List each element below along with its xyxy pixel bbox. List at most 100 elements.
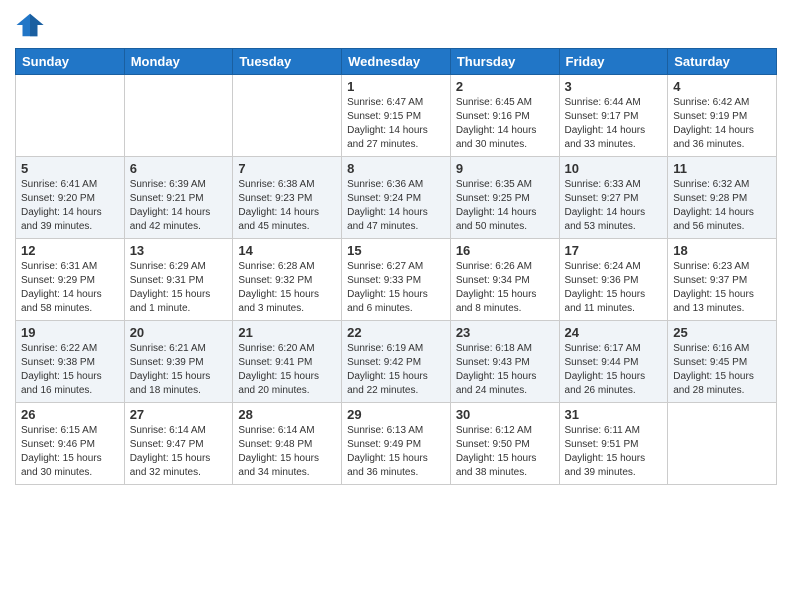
calendar-cell: 19 Sunrise: 6:22 AMSunset: 9:38 PMDaylig… — [16, 321, 125, 403]
day-number: 10 — [565, 161, 663, 176]
cell-info: Sunrise: 6:42 AMSunset: 9:19 PMDaylight:… — [673, 96, 771, 152]
cell-info: Sunrise: 6:27 AMSunset: 9:33 PMDaylight:… — [347, 260, 445, 316]
cell-info: Sunrise: 6:45 AMSunset: 9:16 PMDaylight:… — [456, 96, 554, 152]
calendar-cell: 26 Sunrise: 6:15 AMSunset: 9:46 PMDaylig… — [16, 403, 125, 485]
cell-info: Sunrise: 6:16 AMSunset: 9:45 PMDaylight:… — [673, 342, 771, 398]
header-sunday: Sunday — [16, 49, 125, 75]
day-number: 8 — [347, 161, 445, 176]
calendar-cell: 23 Sunrise: 6:18 AMSunset: 9:43 PMDaylig… — [450, 321, 559, 403]
header-friday: Friday — [559, 49, 668, 75]
calendar-cell: 10 Sunrise: 6:33 AMSunset: 9:27 PMDaylig… — [559, 157, 668, 239]
cell-info: Sunrise: 6:19 AMSunset: 9:42 PMDaylight:… — [347, 342, 445, 398]
day-number: 24 — [565, 325, 663, 340]
day-number: 16 — [456, 243, 554, 258]
cell-info: Sunrise: 6:24 AMSunset: 9:36 PMDaylight:… — [565, 260, 663, 316]
day-number: 11 — [673, 161, 771, 176]
calendar-cell — [668, 403, 777, 485]
calendar-cell: 5 Sunrise: 6:41 AMSunset: 9:20 PMDayligh… — [16, 157, 125, 239]
calendar-cell: 30 Sunrise: 6:12 AMSunset: 9:50 PMDaylig… — [450, 403, 559, 485]
cell-info: Sunrise: 6:31 AMSunset: 9:29 PMDaylight:… — [21, 260, 119, 316]
day-number: 15 — [347, 243, 445, 258]
day-number: 9 — [456, 161, 554, 176]
day-number: 20 — [130, 325, 228, 340]
cell-info: Sunrise: 6:32 AMSunset: 9:28 PMDaylight:… — [673, 178, 771, 234]
cell-info: Sunrise: 6:21 AMSunset: 9:39 PMDaylight:… — [130, 342, 228, 398]
calendar-cell: 2 Sunrise: 6:45 AMSunset: 9:16 PMDayligh… — [450, 75, 559, 157]
cell-info: Sunrise: 6:14 AMSunset: 9:47 PMDaylight:… — [130, 424, 228, 480]
calendar-cell: 8 Sunrise: 6:36 AMSunset: 9:24 PMDayligh… — [342, 157, 451, 239]
logo-icon — [15, 10, 45, 40]
day-number: 13 — [130, 243, 228, 258]
calendar-cell: 3 Sunrise: 6:44 AMSunset: 9:17 PMDayligh… — [559, 75, 668, 157]
calendar-cell: 25 Sunrise: 6:16 AMSunset: 9:45 PMDaylig… — [668, 321, 777, 403]
day-number: 31 — [565, 407, 663, 422]
day-number: 30 — [456, 407, 554, 422]
calendar-cell — [124, 75, 233, 157]
calendar-cell: 27 Sunrise: 6:14 AMSunset: 9:47 PMDaylig… — [124, 403, 233, 485]
calendar-cell: 29 Sunrise: 6:13 AMSunset: 9:49 PMDaylig… — [342, 403, 451, 485]
calendar-cell: 13 Sunrise: 6:29 AMSunset: 9:31 PMDaylig… — [124, 239, 233, 321]
cell-info: Sunrise: 6:11 AMSunset: 9:51 PMDaylight:… — [565, 424, 663, 480]
cell-info: Sunrise: 6:18 AMSunset: 9:43 PMDaylight:… — [456, 342, 554, 398]
header-row: SundayMondayTuesdayWednesdayThursdayFrid… — [16, 49, 777, 75]
day-number: 19 — [21, 325, 119, 340]
calendar-cell — [233, 75, 342, 157]
day-number: 12 — [21, 243, 119, 258]
calendar-cell: 6 Sunrise: 6:39 AMSunset: 9:21 PMDayligh… — [124, 157, 233, 239]
day-number: 18 — [673, 243, 771, 258]
cell-info: Sunrise: 6:14 AMSunset: 9:48 PMDaylight:… — [238, 424, 336, 480]
cell-info: Sunrise: 6:15 AMSunset: 9:46 PMDaylight:… — [21, 424, 119, 480]
week-row-3: 19 Sunrise: 6:22 AMSunset: 9:38 PMDaylig… — [16, 321, 777, 403]
day-number: 2 — [456, 79, 554, 94]
day-number: 7 — [238, 161, 336, 176]
calendar-cell: 24 Sunrise: 6:17 AMSunset: 9:44 PMDaylig… — [559, 321, 668, 403]
calendar-cell: 7 Sunrise: 6:38 AMSunset: 9:23 PMDayligh… — [233, 157, 342, 239]
calendar-cell: 15 Sunrise: 6:27 AMSunset: 9:33 PMDaylig… — [342, 239, 451, 321]
cell-info: Sunrise: 6:17 AMSunset: 9:44 PMDaylight:… — [565, 342, 663, 398]
cell-info: Sunrise: 6:41 AMSunset: 9:20 PMDaylight:… — [21, 178, 119, 234]
cell-info: Sunrise: 6:20 AMSunset: 9:41 PMDaylight:… — [238, 342, 336, 398]
calendar-cell: 14 Sunrise: 6:28 AMSunset: 9:32 PMDaylig… — [233, 239, 342, 321]
day-number: 1 — [347, 79, 445, 94]
calendar-cell: 16 Sunrise: 6:26 AMSunset: 9:34 PMDaylig… — [450, 239, 559, 321]
header-saturday: Saturday — [668, 49, 777, 75]
day-number: 6 — [130, 161, 228, 176]
week-row-2: 12 Sunrise: 6:31 AMSunset: 9:29 PMDaylig… — [16, 239, 777, 321]
day-number: 5 — [21, 161, 119, 176]
cell-info: Sunrise: 6:36 AMSunset: 9:24 PMDaylight:… — [347, 178, 445, 234]
cell-info: Sunrise: 6:47 AMSunset: 9:15 PMDaylight:… — [347, 96, 445, 152]
cell-info: Sunrise: 6:22 AMSunset: 9:38 PMDaylight:… — [21, 342, 119, 398]
calendar-cell: 22 Sunrise: 6:19 AMSunset: 9:42 PMDaylig… — [342, 321, 451, 403]
header — [15, 10, 777, 40]
day-number: 29 — [347, 407, 445, 422]
cell-info: Sunrise: 6:29 AMSunset: 9:31 PMDaylight:… — [130, 260, 228, 316]
page: SundayMondayTuesdayWednesdayThursdayFrid… — [0, 0, 792, 612]
day-number: 21 — [238, 325, 336, 340]
calendar-cell: 12 Sunrise: 6:31 AMSunset: 9:29 PMDaylig… — [16, 239, 125, 321]
day-number: 25 — [673, 325, 771, 340]
header-thursday: Thursday — [450, 49, 559, 75]
calendar-cell: 20 Sunrise: 6:21 AMSunset: 9:39 PMDaylig… — [124, 321, 233, 403]
header-tuesday: Tuesday — [233, 49, 342, 75]
cell-info: Sunrise: 6:28 AMSunset: 9:32 PMDaylight:… — [238, 260, 336, 316]
cell-info: Sunrise: 6:35 AMSunset: 9:25 PMDaylight:… — [456, 178, 554, 234]
day-number: 28 — [238, 407, 336, 422]
logo — [15, 10, 49, 40]
header-monday: Monday — [124, 49, 233, 75]
calendar-cell: 1 Sunrise: 6:47 AMSunset: 9:15 PMDayligh… — [342, 75, 451, 157]
day-number: 4 — [673, 79, 771, 94]
cell-info: Sunrise: 6:23 AMSunset: 9:37 PMDaylight:… — [673, 260, 771, 316]
calendar-cell: 21 Sunrise: 6:20 AMSunset: 9:41 PMDaylig… — [233, 321, 342, 403]
calendar-cell: 9 Sunrise: 6:35 AMSunset: 9:25 PMDayligh… — [450, 157, 559, 239]
day-number: 14 — [238, 243, 336, 258]
day-number: 27 — [130, 407, 228, 422]
day-number: 3 — [565, 79, 663, 94]
calendar-cell: 31 Sunrise: 6:11 AMSunset: 9:51 PMDaylig… — [559, 403, 668, 485]
cell-info: Sunrise: 6:39 AMSunset: 9:21 PMDaylight:… — [130, 178, 228, 234]
cell-info: Sunrise: 6:12 AMSunset: 9:50 PMDaylight:… — [456, 424, 554, 480]
day-number: 22 — [347, 325, 445, 340]
cell-info: Sunrise: 6:38 AMSunset: 9:23 PMDaylight:… — [238, 178, 336, 234]
calendar-table: SundayMondayTuesdayWednesdayThursdayFrid… — [15, 48, 777, 485]
day-number: 23 — [456, 325, 554, 340]
cell-info: Sunrise: 6:13 AMSunset: 9:49 PMDaylight:… — [347, 424, 445, 480]
